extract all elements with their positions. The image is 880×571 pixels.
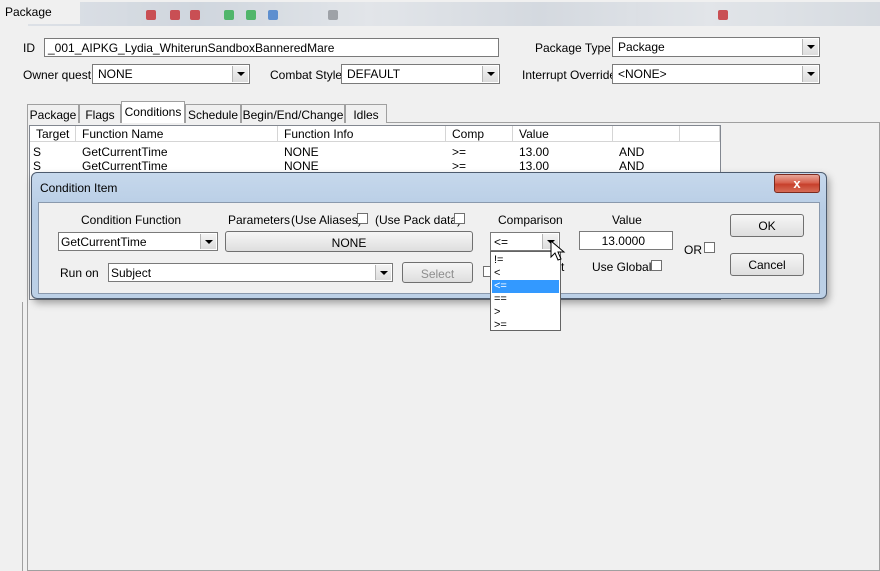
interrupt-override-select[interactable]: <NONE> [612,64,820,84]
table-row[interactable]: S GetCurrentTime NONE >= 13.00 AND [30,145,720,159]
toolbar [28,2,880,26]
ok-button-label: OK [758,219,776,233]
toolbar-green-icon[interactable] [246,10,256,20]
column-header-function-info[interactable]: Function Info [278,126,446,142]
run-on-label: Run on [60,266,99,280]
owner-quest-label: Owner quest [23,68,92,82]
comparison-dropdown-list[interactable]: != < <= == > >= [490,251,561,331]
table-row[interactable]: S GetCurrentTime NONE >= 13.00 AND [30,159,720,173]
package-type-label: Package Type [535,41,611,55]
parameter-button[interactable]: NONE [225,231,473,252]
toolbar-red-icon[interactable] [190,10,200,20]
tab-schedule[interactable]: Schedule [185,104,241,123]
interrupt-override-label: Interrupt Override [522,68,617,82]
tab-label: Flags [85,108,115,122]
use-global-checkbox[interactable] [651,260,662,271]
use-pack-data-checkbox[interactable] [454,213,465,224]
toolbar-red-icon[interactable] [718,10,728,20]
column-header-blank[interactable] [613,126,680,142]
comparison-value: <= [494,235,509,249]
package-type-select[interactable]: Package [612,37,820,57]
tab-label: Idles [353,108,379,122]
use-global-label: Use Global [592,260,652,274]
toolbar-red-icon[interactable] [170,10,180,20]
run-on-select[interactable]: Subject [108,263,393,282]
use-aliases-checkbox[interactable] [357,213,368,224]
cancel-button-label: Cancel [748,258,786,272]
tab-label: Begin/End/Change [242,108,344,122]
package-type-value: Package [618,40,665,54]
interrupt-override-value: <NONE> [618,67,667,81]
select-button-label: Select [420,267,455,281]
tab-begin-end-change[interactable]: Begin/End/Change [241,104,345,123]
condition-function-label: Condition Function [81,213,182,227]
tab-label: Conditions [124,105,182,119]
tab-conditions[interactable]: Conditions [121,101,185,123]
close-button[interactable]: x [774,174,820,193]
toolbar-blue-icon[interactable] [268,10,278,20]
use-aliases-label: (Use Aliases) [291,213,362,227]
tab-idles[interactable]: Idles [345,104,387,123]
run-on-value: Subject [111,266,152,280]
combat-style-label: Combat Style [270,68,343,82]
dialog-title: Condition Item [40,181,118,195]
value-input[interactable]: 13.0000 [579,231,673,250]
tab-label: Schedule [187,108,239,122]
comparison-option-selected[interactable]: <= [492,280,559,293]
chevron-down-icon[interactable] [200,234,216,249]
cancel-button[interactable]: Cancel [730,253,804,276]
toolbar-gray-icon[interactable] [328,10,338,20]
chevron-down-icon[interactable] [802,39,818,55]
comparison-label: Comparison [498,213,563,227]
column-header-target[interactable]: Target [30,126,76,142]
comparison-option[interactable]: >= [492,319,559,332]
owner-quest-value: NONE [98,67,133,81]
comparison-option[interactable]: > [492,306,559,319]
close-icon: x [793,176,801,191]
tab-package[interactable]: Package [27,104,79,123]
id-value: _001_AIPKG_Lydia_WhiterunSandboxBannered… [48,41,335,55]
mouse-cursor-icon [550,240,566,261]
column-header-function-name[interactable]: Function Name [76,126,278,142]
value-label: Value [612,213,642,227]
chevron-down-icon[interactable] [482,66,498,82]
parameters-label: Parameters [228,213,291,227]
chevron-down-icon[interactable] [232,66,248,82]
chevron-down-icon[interactable] [375,265,391,280]
window-title: Package [5,5,52,19]
ok-button[interactable]: OK [730,214,804,237]
value-input-text: 13.0000 [601,234,645,248]
divider [22,302,23,571]
chevron-down-icon[interactable] [802,66,818,82]
condition-function-value: GetCurrentTime [61,235,147,249]
owner-quest-select[interactable]: NONE [92,64,250,84]
or-label: OR [684,243,702,257]
combat-style-value: DEFAULT [347,67,401,81]
id-label: ID [23,41,35,55]
partial-label: t [561,260,565,274]
comparison-option[interactable]: < [492,267,559,280]
column-header-value[interactable]: Value [513,126,613,142]
condition-function-select[interactable]: GetCurrentTime [58,232,218,251]
toolbar-green-icon[interactable] [224,10,234,20]
tab-label: Package [29,108,77,122]
comparison-option[interactable]: == [492,293,559,306]
or-checkbox[interactable] [704,242,715,253]
combat-style-select[interactable]: DEFAULT [341,64,500,84]
parameter-button-label: NONE [331,236,367,250]
column-header-comp[interactable]: Comp [446,126,513,142]
tab-flags[interactable]: Flags [79,104,121,123]
select-button[interactable]: Select [402,262,473,283]
toolbar-red-icon[interactable] [146,10,156,20]
use-pack-data-label: (Use Pack data) [375,213,462,227]
column-header-blank[interactable] [680,126,720,142]
id-field[interactable]: _001_AIPKG_Lydia_WhiterunSandboxBannered… [44,38,499,57]
